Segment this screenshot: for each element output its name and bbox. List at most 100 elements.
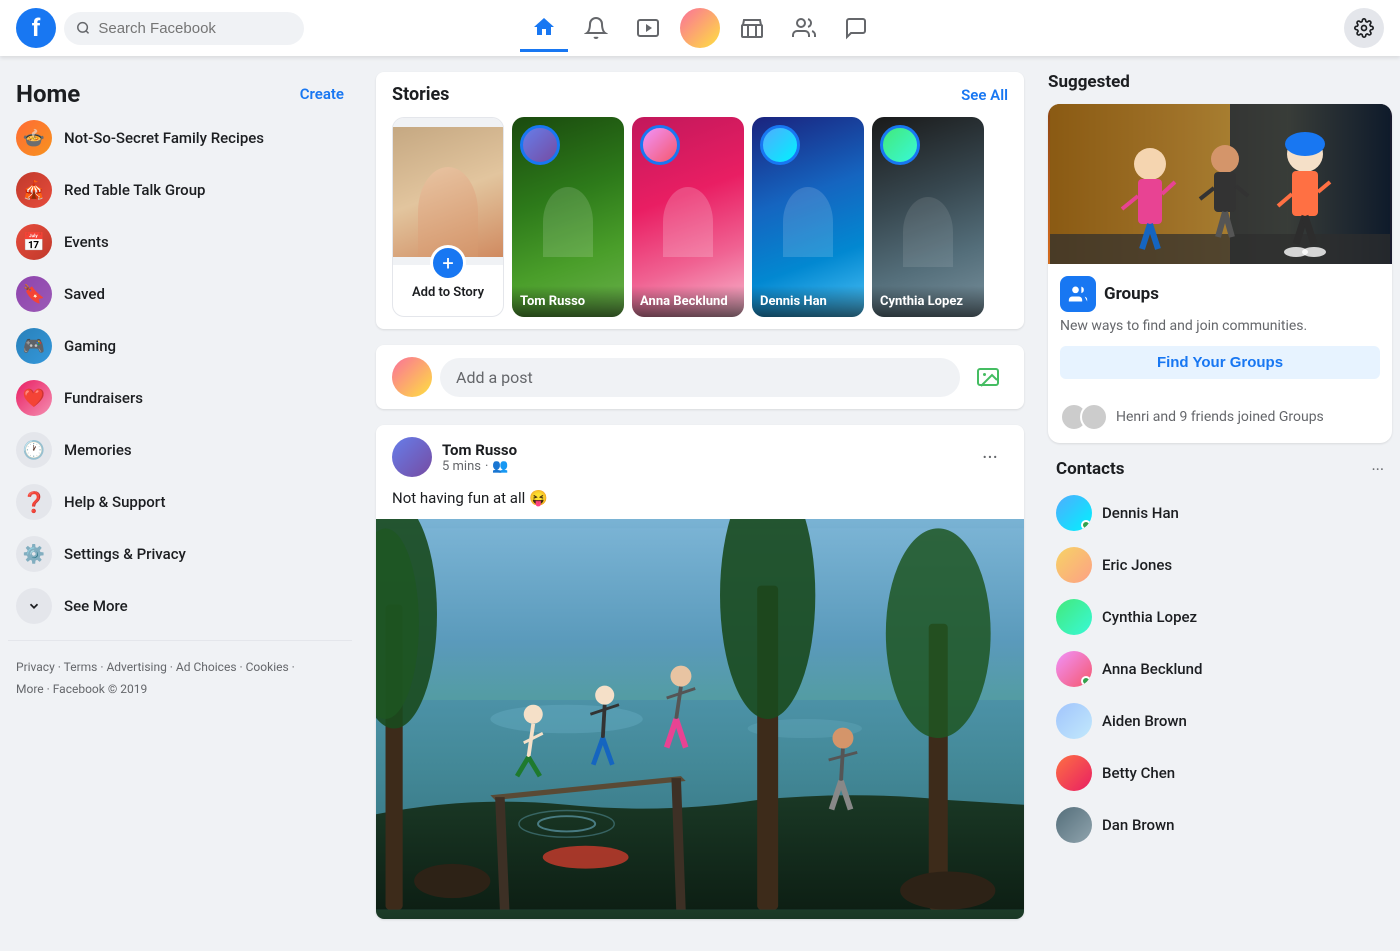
gaming-icon: 🎮 [16, 328, 52, 364]
sidebar-label-red-table: Red Table Talk Group [64, 181, 205, 199]
post-author-avatar [392, 437, 432, 477]
contact-item-anna-becklund[interactable]: Anna Becklund [1048, 643, 1392, 695]
add-story-card[interactable]: + Add to Story [392, 117, 504, 317]
suggested-title: Suggested [1048, 72, 1392, 92]
sidebar-home-title: Home [16, 80, 80, 108]
settings-button[interactable] [1344, 8, 1384, 48]
story-name-anna: Anna Becklund [632, 286, 744, 317]
main-feed: Stories See All + Add to Story [360, 56, 1040, 951]
story-card-cynthia-lopez[interactable]: Cynthia Lopez [872, 117, 984, 317]
contact-name-betty: Betty Chen [1102, 764, 1175, 782]
sidebar-item-memories[interactable]: 🕐 Memories [8, 424, 352, 476]
contacts-more-button[interactable]: ··· [1371, 460, 1384, 479]
post-visibility-icon: 👥 [492, 459, 508, 474]
footer-cookies[interactable]: Cookies [246, 660, 289, 674]
footer-copyright: Facebook © 2019 [53, 682, 147, 696]
settings-privacy-icon: ⚙️ [16, 536, 52, 572]
left-sidebar: Home Create 🍲 Not-So-Secret Family Recip… [0, 56, 360, 845]
fundraisers-icon: ❤️ [16, 380, 52, 416]
nav-marketplace-button[interactable] [728, 4, 776, 52]
groups-icon [792, 16, 816, 40]
story-name-dennis: Dennis Han [752, 286, 864, 317]
nav-profile-button[interactable] [676, 4, 724, 52]
search-bar[interactable] [64, 12, 304, 45]
sidebar-item-red-table[interactable]: 🎪 Red Table Talk Group [8, 164, 352, 216]
contact-avatar-anna [1056, 651, 1092, 687]
contact-item-aiden-brown[interactable]: Aiden Brown [1048, 695, 1392, 747]
groups-card-icon [1060, 276, 1096, 312]
memories-icon: 🕐 [16, 432, 52, 468]
sidebar-item-family-recipes[interactable]: 🍲 Not-So-Secret Family Recipes [8, 112, 352, 164]
footer-adchoices[interactable]: Ad Choices [176, 660, 237, 674]
footer-terms[interactable]: Terms [64, 660, 98, 674]
groups-card-title: Groups [1104, 284, 1159, 304]
stories-header: Stories See All [392, 84, 1008, 105]
groups-card-image [1048, 104, 1392, 264]
post-meta: 5 mins · 👥 [442, 459, 517, 474]
sidebar-item-events[interactable]: 📅 Events [8, 216, 352, 268]
contact-item-betty-chen[interactable]: Betty Chen [1048, 747, 1392, 799]
footer-more[interactable]: More [16, 682, 44, 696]
sidebar-item-settings[interactable]: ⚙️ Settings & Privacy [8, 528, 352, 580]
sidebar-title-row: Home Create [8, 72, 352, 112]
online-indicator-anna [1081, 676, 1091, 686]
groups-card: Groups New ways to find and join communi… [1048, 104, 1392, 443]
create-button[interactable]: Create [300, 85, 344, 103]
footer-advertising[interactable]: Advertising [106, 660, 166, 674]
see-all-stories-button[interactable]: See All [961, 86, 1008, 104]
bell-icon [584, 16, 608, 40]
post-author-row: Tom Russo 5 mins · 👥 [392, 437, 517, 477]
nav-watch-button[interactable] [624, 4, 672, 52]
chevron-down-icon [16, 588, 52, 624]
story-card-dennis-han[interactable]: Dennis Han [752, 117, 864, 317]
messenger-icon [844, 16, 868, 40]
post-author-name[interactable]: Tom Russo [442, 441, 517, 459]
post-box-avatar [392, 357, 432, 397]
story-name-tom: Tom Russo [512, 286, 624, 317]
friends-joined-text: Henri and 9 friends joined Groups [1116, 409, 1324, 425]
story-avatar-anna [640, 125, 680, 165]
story-card-tom-russo[interactable]: Tom Russo [512, 117, 624, 317]
sidebar-label-settings: Settings & Privacy [64, 545, 186, 563]
sidebar-item-fundraisers[interactable]: ❤️ Fundraisers [8, 372, 352, 424]
search-input[interactable] [98, 20, 292, 37]
see-more-row[interactable]: See More [8, 580, 352, 632]
post-box-input[interactable]: Add a post [440, 358, 960, 397]
story-card-anna-becklund[interactable]: Anna Becklund [632, 117, 744, 317]
friends-avatars [1060, 403, 1108, 431]
nav-messenger-button[interactable] [832, 4, 880, 52]
contact-item-cynthia-lopez[interactable]: Cynthia Lopez [1048, 591, 1392, 643]
story-name-cynthia: Cynthia Lopez [872, 286, 984, 317]
sidebar-divider [8, 640, 352, 641]
sidebar-label-gaming: Gaming [64, 337, 116, 355]
contact-avatar-cynthia [1056, 599, 1092, 635]
marketplace-icon [740, 16, 764, 40]
home-icon [532, 15, 556, 39]
sidebar-item-gaming[interactable]: 🎮 Gaming [8, 320, 352, 372]
nav-home-button[interactable] [520, 4, 568, 52]
sidebar-label-events: Events [64, 233, 109, 251]
facebook-logo[interactable]: f [16, 8, 56, 48]
contacts-section: Contacts ··· Dennis Han Eric Jones Cynth… [1048, 459, 1392, 845]
contact-item-dennis-han[interactable]: Dennis Han [1048, 487, 1392, 539]
contact-item-dan-brown[interactable]: Dan Brown [1048, 799, 1392, 845]
contact-item-eric-jones[interactable]: Eric Jones [1048, 539, 1392, 591]
top-navigation: f [0, 0, 1400, 56]
contacts-header: Contacts ··· [1048, 459, 1392, 479]
post-more-button[interactable]: ··· [972, 439, 1008, 475]
friends-joined-row: Henri and 9 friends joined Groups [1048, 391, 1392, 443]
sidebar-item-saved[interactable]: 🔖 Saved [8, 268, 352, 320]
sidebar-item-help[interactable]: ❓ Help & Support [8, 476, 352, 528]
find-groups-button[interactable]: Find Your Groups [1060, 346, 1380, 379]
contact-avatar-dennis [1056, 495, 1092, 531]
photo-video-icon[interactable] [968, 357, 1008, 397]
stories-row: + Add to Story Tom Russo [392, 117, 1008, 317]
post-author-info: Tom Russo 5 mins · 👥 [442, 441, 517, 474]
groups-card-header: Groups [1060, 276, 1380, 312]
stories-title: Stories [392, 84, 449, 105]
nav-notifications-button[interactable] [572, 4, 620, 52]
nav-groups-button[interactable] [780, 4, 828, 52]
groups-card-description: New ways to find and join communities. [1060, 318, 1380, 334]
story-avatar-tom [520, 125, 560, 165]
footer-privacy[interactable]: Privacy [16, 660, 55, 674]
